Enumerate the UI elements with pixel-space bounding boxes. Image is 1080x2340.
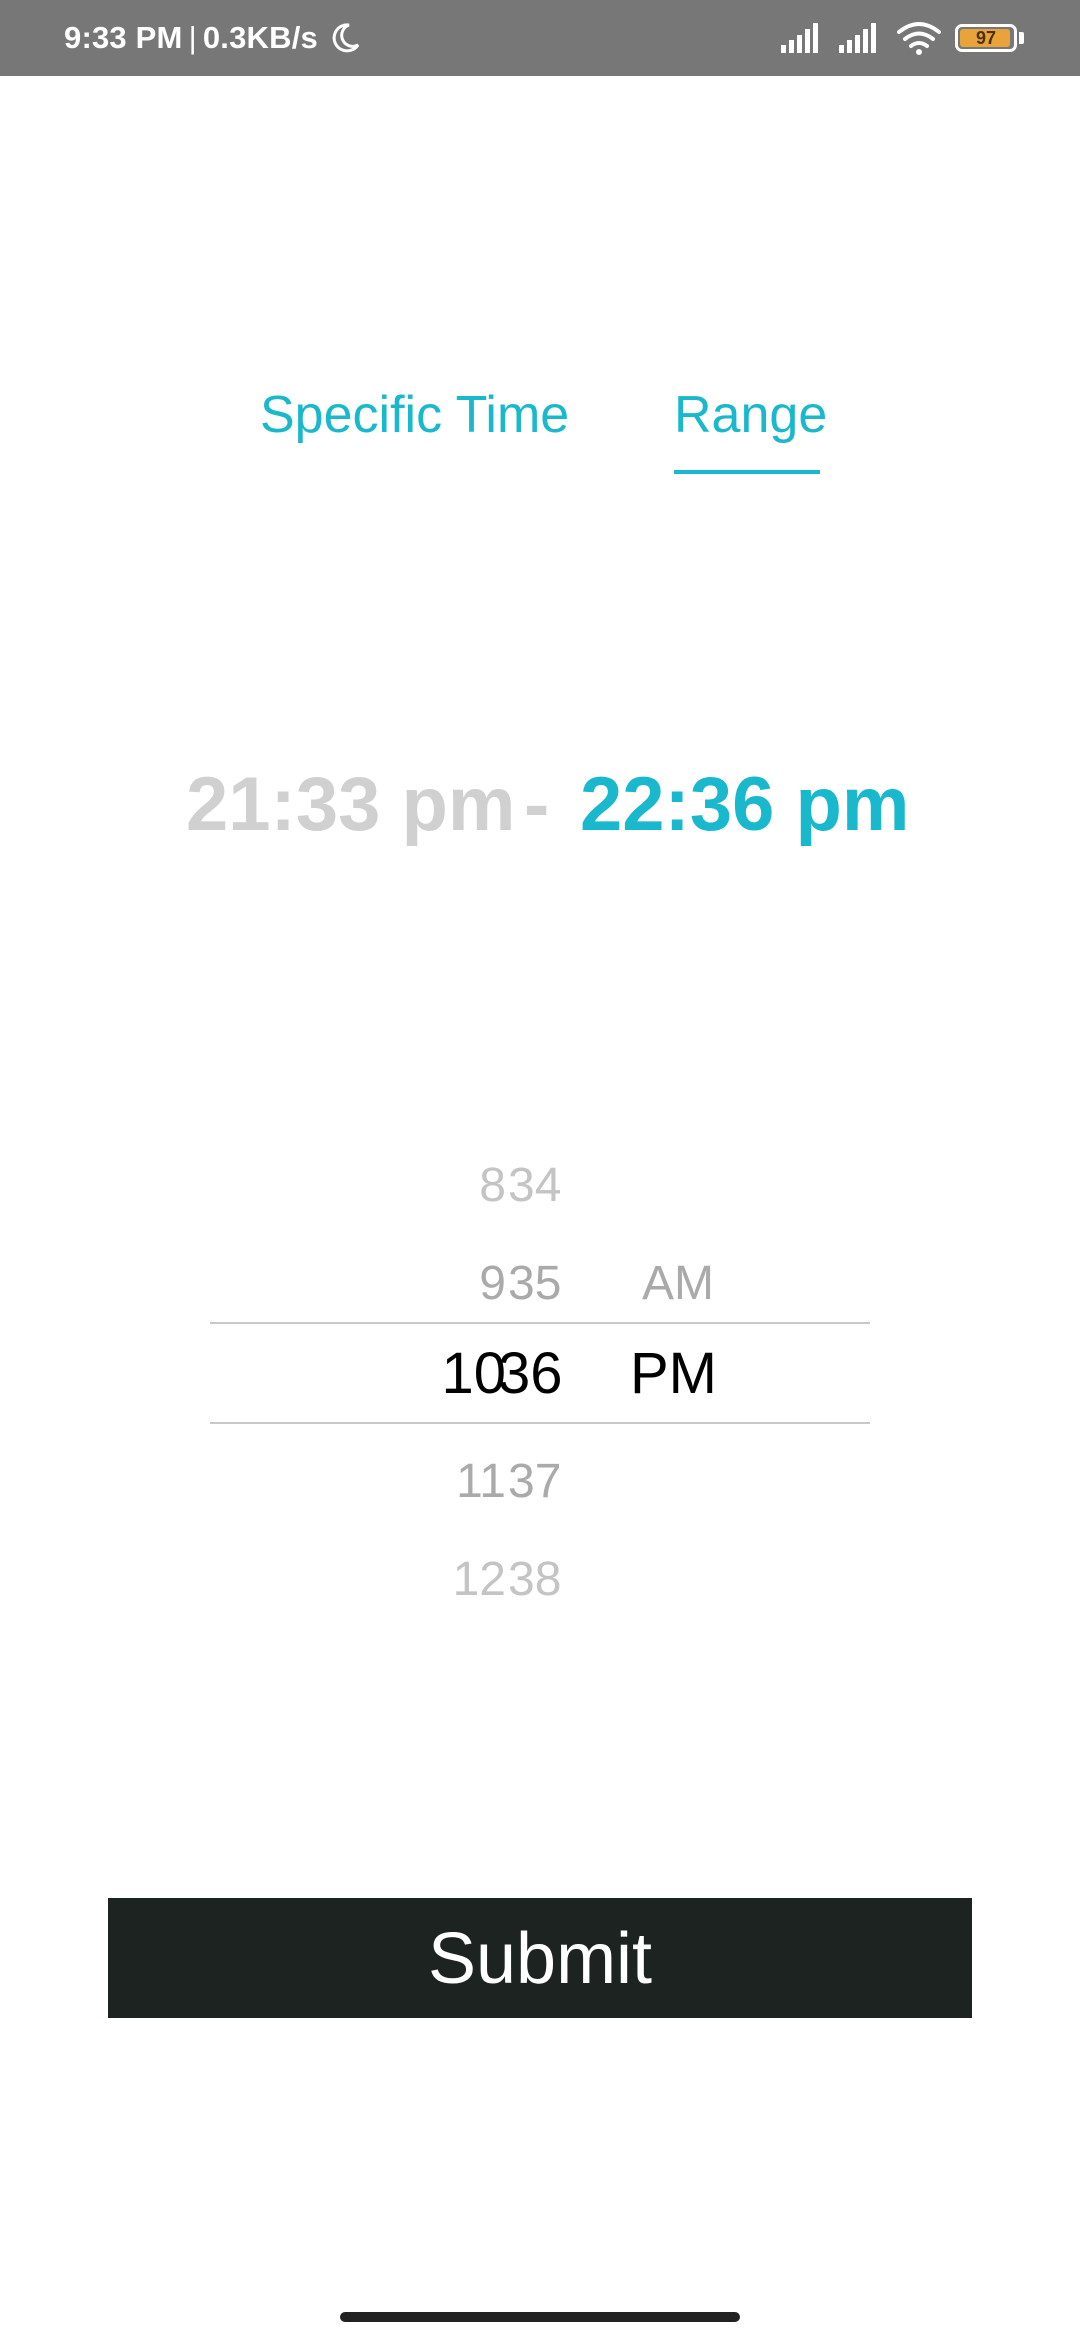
status-left: 9:33 PM | 0.3KB/s xyxy=(64,0,362,76)
status-time: 9:33 PM xyxy=(64,20,183,55)
range-end-time[interactable]: 22:36 pm xyxy=(580,750,910,860)
range-start-time[interactable]: 21:33 pm xyxy=(186,750,516,860)
minute-option[interactable]: 38 xyxy=(508,1550,561,1610)
status-bar: 9:33 PM | 0.3KB/s 97 xyxy=(0,0,1080,76)
status-right: 97 xyxy=(781,0,1024,76)
status-separator: | xyxy=(188,20,197,55)
time-picker: 8 9 10 11 12 34 35 36 37 38 AM PM xyxy=(210,1130,870,1630)
home-indicator[interactable] xyxy=(340,2312,740,2322)
mode-tabs: Specific Time Range xyxy=(0,370,1080,480)
battery-level: 97 xyxy=(975,27,997,48)
time-range-screen: 9:33 PM | 0.3KB/s 97 Specific Time Range… xyxy=(0,0,1080,2340)
submit-button[interactable]: Submit xyxy=(108,1898,972,2018)
hour-option[interactable]: 8 xyxy=(416,1156,506,1216)
hour-option[interactable]: 9 xyxy=(416,1254,506,1314)
hour-option[interactable]: 12 xyxy=(416,1550,506,1610)
tab-range[interactable]: Range xyxy=(674,370,827,480)
hour-option-selected[interactable]: 10 xyxy=(376,1344,506,1404)
picker-selection-line-top xyxy=(210,1322,870,1324)
minute-option[interactable]: 34 xyxy=(508,1156,561,1216)
battery-icon: 97 xyxy=(955,24,1017,52)
period-option-selected[interactable]: PM xyxy=(630,1344,717,1404)
minute-option[interactable]: 37 xyxy=(508,1452,561,1512)
moon-icon xyxy=(332,23,360,53)
hour-option[interactable]: 11 xyxy=(416,1452,506,1512)
battery-tip xyxy=(1019,32,1024,44)
picker-selection-line-bottom xyxy=(210,1422,870,1424)
period-option[interactable]: AM xyxy=(642,1254,714,1314)
wifi-icon xyxy=(897,22,941,55)
active-tab-indicator xyxy=(674,470,820,474)
network-speed: 0.3KB/s xyxy=(202,20,318,55)
signal-icon xyxy=(781,23,818,53)
range-separator: - xyxy=(524,762,550,847)
time-range-display: 21:33 pm - 22:36 pm xyxy=(0,750,1080,860)
signal-icon xyxy=(839,23,876,53)
tab-specific-time[interactable]: Specific Time xyxy=(260,370,569,480)
minute-option-selected[interactable]: 36 xyxy=(498,1344,563,1404)
minute-option[interactable]: 35 xyxy=(508,1254,561,1314)
